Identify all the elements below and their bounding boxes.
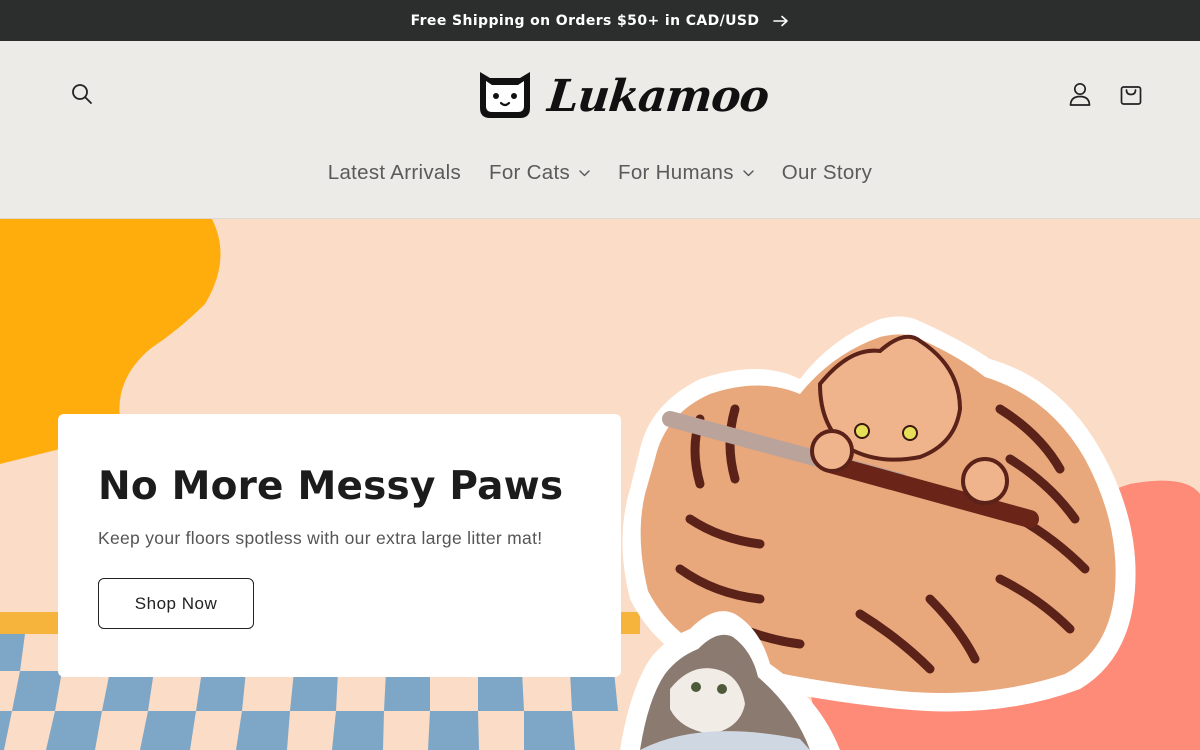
nav-item-for-humans[interactable]: For Humans: [618, 161, 754, 185]
nav-item-latest-arrivals[interactable]: Latest Arrivals: [328, 161, 461, 185]
nav-item-label: For Cats: [489, 161, 571, 184]
logo-wordmark: Lukamoo: [545, 70, 771, 122]
nav-item-our-story[interactable]: Our Story: [782, 161, 872, 185]
chevron-down-icon: [743, 169, 754, 177]
site-header: Lukamoo Latest Arrivals For Cats For Hum…: [0, 41, 1200, 219]
shop-now-button[interactable]: Shop Now: [98, 578, 254, 629]
nav-item-for-cats[interactable]: For Cats: [489, 161, 590, 185]
search-icon: [70, 82, 94, 111]
announcement-bar[interactable]: Free Shipping on Orders $50+ in CAD/USD: [0, 0, 1200, 41]
cat-face-logo-icon: [474, 68, 536, 125]
hero-banner: No More Messy Paws Keep your floors spot…: [0, 219, 1200, 750]
arrow-right-icon: [773, 15, 789, 27]
hero-subtitle: Keep your floors spotless with our extra…: [98, 528, 543, 548]
account-button[interactable]: [1060, 76, 1100, 116]
cart-button[interactable]: [1111, 76, 1151, 116]
hero-title: No More Messy Paws: [98, 464, 564, 509]
site-logo[interactable]: Lukamoo: [474, 68, 771, 125]
nav-item-label: Our Story: [781, 161, 873, 184]
user-icon: [1068, 81, 1092, 112]
nav-item-label: Latest Arrivals: [327, 161, 462, 184]
main-nav: Latest Arrivals For Cats For Humans Our …: [0, 153, 1200, 193]
announcement-text: Free Shipping on Orders $50+ in CAD/USD: [410, 12, 760, 29]
nav-item-label: For Humans: [618, 161, 734, 184]
bag-icon: [1119, 82, 1143, 111]
chevron-down-icon: [579, 169, 590, 177]
search-button[interactable]: [62, 76, 102, 116]
hero-card: No More Messy Paws Keep your floors spot…: [58, 414, 621, 677]
